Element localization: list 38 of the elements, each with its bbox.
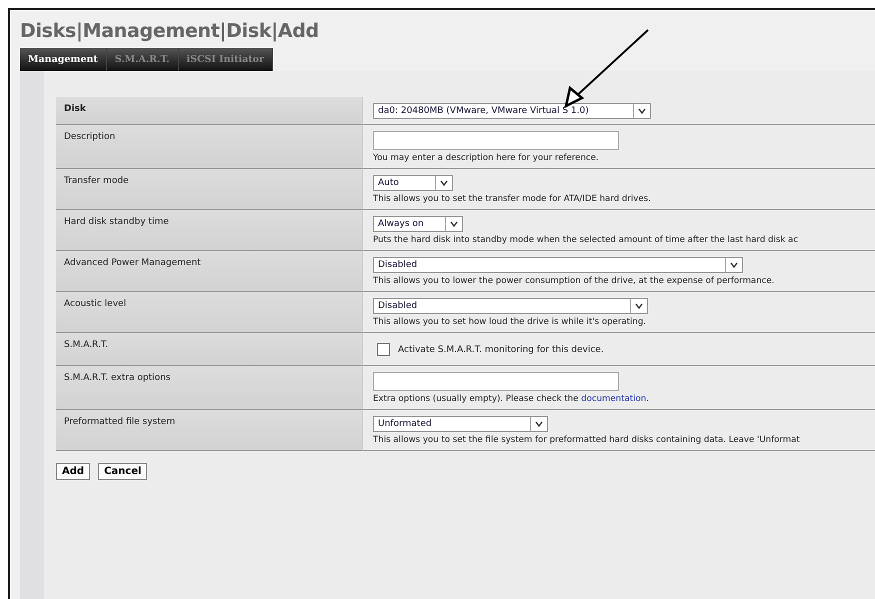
field-label: Hard disk standby time [56,210,362,251]
field-label: Disk [56,97,362,125]
input-field[interactable] [373,131,619,150]
help-text: This allows you to set the transfer mode for ATA/IDE hard drives. [373,194,652,204]
caret-icon [535,421,543,427]
documentation-link[interactable]: documentation [581,394,646,404]
form-button[interactable]: Add [56,463,90,480]
help-text: Puts the hard disk into standby mode when the selected amount of time after the last hard disk ac [373,235,800,245]
caret-icon [450,221,458,227]
caret-icon [635,303,643,309]
input-field[interactable] [373,372,619,391]
caret-icon [638,108,646,114]
help-text: This allows you to lower the power consumption of the drive, at the expense of performance. [373,276,776,286]
dropdown[interactable]: Disabled [373,257,743,273]
help-text: This allows you to set the file system for preformatted hard disks containing data. Leave 'Unformat [373,435,801,445]
help-text: This allows you to set how loud the drive is while it's operating. [373,317,648,327]
field-label: Description [56,125,362,169]
dropdown[interactable]: Unformated [373,416,548,432]
field-label: S.M.A.R.T. [56,333,362,366]
caret-icon [730,262,738,268]
tab[interactable]: iSCSI Initiator [178,48,273,71]
field-label: Advanced Power Management [56,251,362,292]
checkbox-label: Activate S.M.A.R.T. monitoring for this device. [398,344,604,354]
page-title: Disks|Management|Disk|Add [20,20,320,42]
help-text: You may enter a description here for your reference. [373,153,600,163]
dropdown[interactable]: Auto [373,175,453,191]
tab[interactable]: Management [20,48,107,71]
form-button[interactable]: Cancel [98,463,148,480]
dropdown[interactable]: Disabled [373,298,648,314]
help-text: Extra options (usually empty). Please check the documentation. [373,394,650,404]
field-label: Transfer mode [56,169,362,210]
field-label: S.M.A.R.T. extra options [56,366,362,410]
field-label: Acoustic level [56,292,362,333]
checkbox[interactable] [377,343,390,356]
caret-icon [440,180,448,186]
dropdown[interactable]: Always on [373,216,463,232]
tab[interactable]: S.M.A.R.T. [106,48,178,71]
field-label: Preformatted file system [56,410,362,451]
